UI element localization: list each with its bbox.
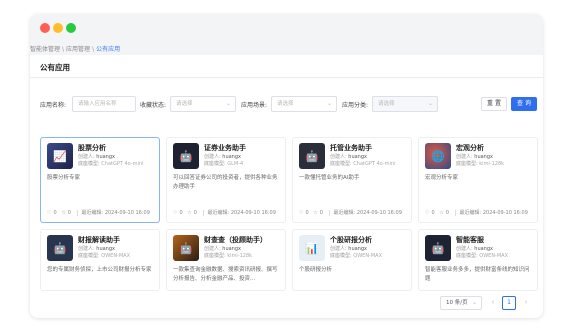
breadcrumb: 智能体管理 \ 应用管理 \ 公有应用 xyxy=(30,46,121,53)
robot-icon: 🤖 xyxy=(299,143,325,169)
app-window: 智能体管理 \ 应用管理 \ 公有应用 公有应用 应用名称: 请输入应用名称 收藏状态:… xyxy=(30,14,543,318)
app-description: 您的专属财务侦探，上市公司财报分析专家 xyxy=(47,267,152,273)
model: 底座模型: QWEN-MAX xyxy=(78,253,131,259)
app-description: 股票分析专家 xyxy=(47,175,81,181)
creator: 创建人: huangx xyxy=(204,246,241,252)
creator: 创建人: huangx xyxy=(330,246,367,252)
app-description: 宏观分析专家 xyxy=(425,175,459,181)
model: 底座模型: QWEN-MAX xyxy=(456,253,509,259)
breadcrumb-current: 公有应用 xyxy=(96,46,121,53)
next-page-button[interactable]: › xyxy=(519,296,533,310)
app-name-input[interactable]: 请输入应用名称 xyxy=(72,96,136,112)
close-window-button[interactable] xyxy=(40,23,50,33)
model: 底座模型: ChatGPT 4o-mini xyxy=(78,161,144,167)
chevron-down-icon: ⌄ xyxy=(427,100,433,107)
robot-icon: 🤖 xyxy=(173,143,199,169)
prev-page-button[interactable]: ‹ xyxy=(486,296,500,310)
app-card[interactable]: 📊 个股研报分析 创建人: huangx 底座模型: QWEN-MAX 个股研报… xyxy=(292,229,412,291)
app-card[interactable]: 🌐 宏观分析 创建人: huangx 底座模型: kimi-128k 宏观分析专… xyxy=(418,137,538,223)
app-name: 股票分析 xyxy=(78,144,106,152)
robot-icon: 🤖 xyxy=(47,235,73,261)
creator: 创建人: huangx xyxy=(456,246,493,252)
app-card[interactable]: 🤖 智能客服 创建人: huangx 底座模型: QWEN-MAX 智能客服业务… xyxy=(418,229,538,291)
like-icon[interactable]: ♡ xyxy=(173,210,177,216)
page-size-select[interactable]: 10 条/页 ⌄ xyxy=(440,296,482,310)
app-description: 可以回答证券公司的投资者，提供各种业务办理助手 xyxy=(173,175,278,190)
category-select[interactable]: 请选择 ⌄ xyxy=(372,96,438,112)
report-icon: 📊 xyxy=(299,235,325,261)
creator: 创建人: huangx xyxy=(204,154,241,160)
maximize-window-button[interactable] xyxy=(66,23,76,33)
app-name: 财报解读助手 xyxy=(78,236,120,244)
app-name: 个股研报分析 xyxy=(330,236,372,244)
card-footer: ♡ 0 ☆ 0 最近编辑: 2024-09-10 16:09 xyxy=(299,209,402,216)
star-icon[interactable]: ☆ xyxy=(187,210,191,216)
star-icon[interactable]: ☆ xyxy=(439,210,443,216)
app-name: 财查查（投顾助手） xyxy=(204,236,267,244)
like-icon[interactable]: ♡ xyxy=(299,210,303,216)
app-name-label: 应用名称: xyxy=(40,102,67,109)
app-description: 智能客服业务多多，提供财富条线的知识问题 xyxy=(425,267,530,282)
app-description: 个股研报分析 xyxy=(299,267,333,273)
minimize-window-button[interactable] xyxy=(53,23,63,33)
page-number-current[interactable]: 1 xyxy=(502,296,516,310)
app-card[interactable]: 🤖 托管业务助手 创建人: huangx 底座模型: ChatGPT 4o-mi… xyxy=(292,137,412,223)
creator: 创建人: huangx xyxy=(78,154,115,160)
app-name: 智能客服 xyxy=(456,236,484,244)
model: 底座模型: ChatGPT 4o-mini xyxy=(330,161,396,167)
app-card[interactable]: 🤖 证券业务助手 创建人: huangx 底座模型: GLM-4 可以回答证券公… xyxy=(166,137,286,223)
page-title: 公有应用 xyxy=(40,63,70,72)
app-description: 一款懂托管业务的AI助手 xyxy=(299,175,360,181)
search-button[interactable]: 查 询 xyxy=(511,97,537,111)
chart-robot-icon: 📈 xyxy=(47,143,73,169)
model: 底座模型: QWEN-MAX xyxy=(330,253,383,259)
like-icon[interactable]: ♡ xyxy=(47,210,51,216)
status-select[interactable]: 请选择 ⌄ xyxy=(170,96,236,112)
scene-select[interactable]: 请选择 ⌄ xyxy=(271,96,337,112)
card-footer: ♡ 0 ☆ 0 最近编辑: 2024-09-10 16:09 xyxy=(47,209,150,216)
scene-label: 应用场景: xyxy=(241,102,268,109)
app-name: 宏观分析 xyxy=(456,144,484,152)
like-icon[interactable]: ♡ xyxy=(425,210,429,216)
category-label: 应用分类: xyxy=(342,102,369,109)
robot-icon: 🤖 xyxy=(425,235,451,261)
model: 底座模型: kimi-128k xyxy=(204,253,253,259)
reset-button[interactable]: 重 置 xyxy=(481,97,507,111)
star-icon[interactable]: ☆ xyxy=(313,210,317,216)
app-card[interactable]: 🤖 财报解读助手 创建人: huangx 底座模型: QWEN-MAX 您的专属… xyxy=(40,229,160,291)
robot-icon: 🤖 xyxy=(173,235,199,261)
chevron-down-icon: ⌄ xyxy=(471,299,477,306)
breadcrumb-item[interactable]: 智能体管理 xyxy=(30,46,60,53)
app-card[interactable]: 🤖 财查查（投顾助手） 创建人: huangx 底座模型: kimi-128k … xyxy=(166,229,286,291)
creator: 创建人: huangx xyxy=(456,154,493,160)
globe-icon: 🌐 xyxy=(425,143,451,169)
app-card[interactable]: 📈 股票分析 创建人: huangx 底座模型: ChatGPT 4o-mini… xyxy=(40,137,160,223)
model: 底座模型: kimi-128k xyxy=(456,161,505,167)
app-name: 证券业务助手 xyxy=(204,144,246,152)
divider xyxy=(30,77,543,78)
chevron-down-icon: ⌄ xyxy=(326,100,332,107)
status-label: 收藏状态: xyxy=(140,102,167,109)
app-name: 托管业务助手 xyxy=(330,144,372,152)
chevron-down-icon: ⌄ xyxy=(225,100,231,107)
main-panel: 公有应用 应用名称: 请输入应用名称 收藏状态: 请选择 ⌄ 应用场景: 请选择 ⌄… xyxy=(30,55,543,318)
card-footer: ♡ 0 ☆ 0 最近编辑: 2024-09-10 16:09 xyxy=(173,209,276,216)
breadcrumb-item[interactable]: 应用管理 xyxy=(66,46,90,53)
title-bar xyxy=(30,14,543,42)
card-footer: ♡ 0 ☆ 0 最近编辑: 2024-09-10 16:09 xyxy=(425,209,528,216)
app-description: 一款集查询金融数据、搜索资讯研报、撰写分析报告、分析金融产品、投资... xyxy=(173,267,278,282)
model: 底座模型: GLM-4 xyxy=(204,161,244,167)
creator: 创建人: huangx xyxy=(78,246,115,252)
star-icon[interactable]: ☆ xyxy=(61,210,65,216)
creator: 创建人: huangx xyxy=(330,154,367,160)
